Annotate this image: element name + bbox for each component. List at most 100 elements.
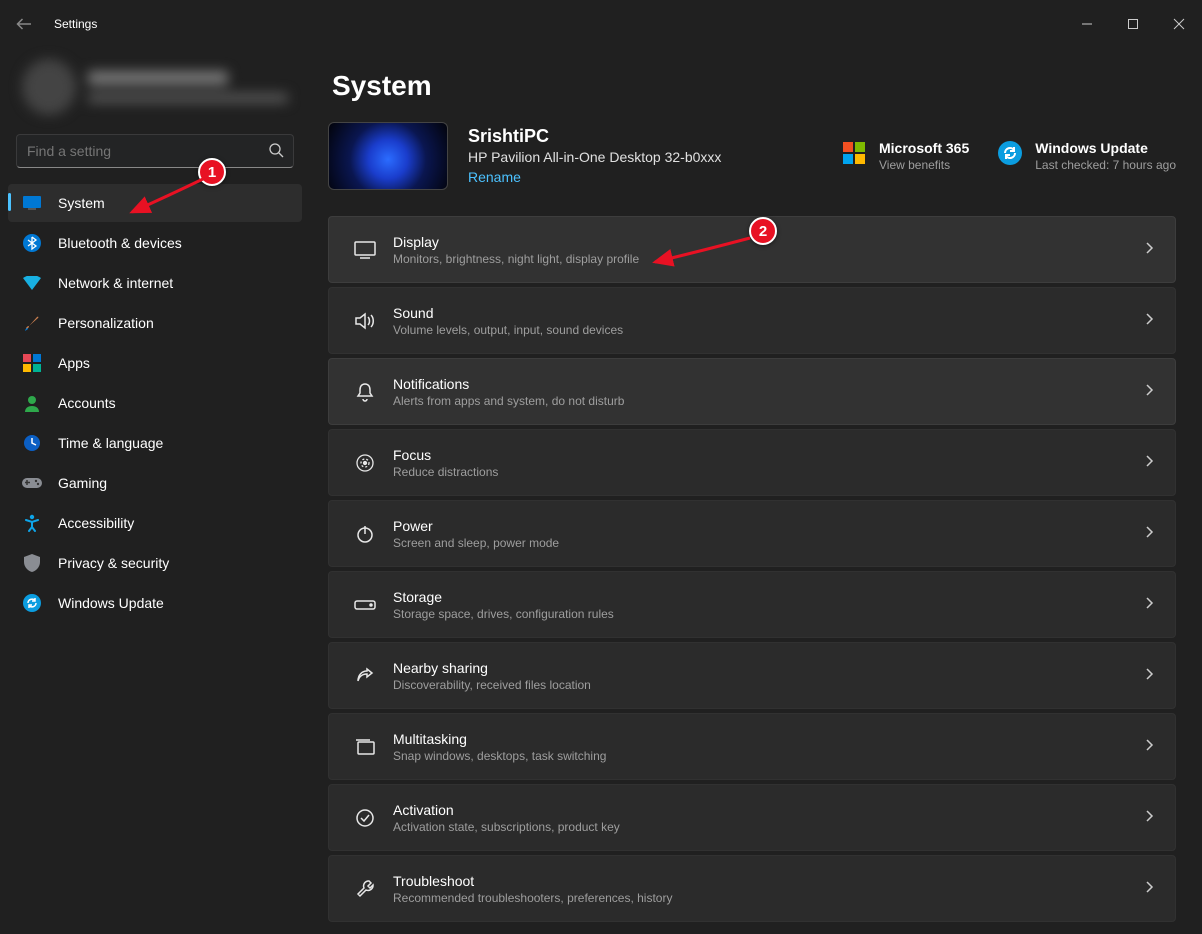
sidebar: System Bluetooth & devices Network & int… [0, 48, 310, 934]
sidebar-item-time-language[interactable]: Time & language [8, 424, 302, 462]
card-sound[interactable]: Sound Volume levels, output, input, sound… [328, 287, 1176, 354]
power-icon [345, 524, 385, 544]
sidebar-item-network[interactable]: Network & internet [8, 264, 302, 302]
card-sub: Activation state, subscriptions, product… [393, 820, 620, 834]
bell-icon [345, 382, 385, 402]
minimize-button[interactable] [1064, 8, 1110, 40]
pill-sub: Last checked: 7 hours ago [1035, 158, 1176, 172]
card-sub: Storage space, drives, configuration rul… [393, 607, 614, 621]
close-button[interactable] [1156, 8, 1202, 40]
sidebar-item-accessibility[interactable]: Accessibility [8, 504, 302, 542]
card-activation[interactable]: Activation Activation state, subscription… [328, 784, 1176, 851]
sidebar-item-label: Accessibility [58, 515, 134, 531]
microsoft-365-pill[interactable]: Microsoft 365 View benefits [841, 140, 969, 172]
pill-sub: View benefits [879, 158, 969, 172]
sidebar-item-label: System [58, 195, 105, 211]
pc-model: HP Pavilion All-in-One Desktop 32-b0xxx [468, 149, 721, 165]
card-title: Troubleshoot [393, 873, 672, 889]
sidebar-item-label: Privacy & security [58, 555, 169, 571]
maximize-button[interactable] [1110, 8, 1156, 40]
rename-link[interactable]: Rename [468, 169, 521, 185]
accessibility-icon [22, 513, 42, 533]
chevron-right-icon [1143, 809, 1155, 827]
chevron-right-icon [1143, 241, 1155, 259]
card-multitasking[interactable]: Multitasking Snap windows, desktops, task… [328, 713, 1176, 780]
card-sub: Screen and sleep, power mode [393, 536, 559, 550]
card-nearby-sharing[interactable]: Nearby sharing Discoverability, received … [328, 642, 1176, 709]
chevron-right-icon [1143, 383, 1155, 401]
update-icon [22, 593, 42, 613]
storage-icon [345, 598, 385, 612]
system-icon [22, 193, 42, 213]
check-circle-icon [345, 808, 385, 828]
sidebar-item-label: Personalization [58, 315, 154, 331]
card-title: Focus [393, 447, 498, 463]
chevron-right-icon [1143, 525, 1155, 543]
paintbrush-icon [22, 313, 42, 333]
card-sub: Monitors, brightness, night light, displ… [393, 252, 639, 266]
card-title: Nearby sharing [393, 660, 591, 676]
card-sub: Snap windows, desktops, task switching [393, 749, 606, 763]
windows-update-pill[interactable]: Windows Update Last checked: 7 hours ago [997, 140, 1176, 172]
update-icon [997, 140, 1023, 166]
chevron-right-icon [1143, 596, 1155, 614]
card-focus[interactable]: Focus Reduce distractions [328, 429, 1176, 496]
display-icon [345, 241, 385, 259]
search-icon [268, 142, 284, 163]
card-sub: Volume levels, output, input, sound devi… [393, 323, 623, 337]
main-content: System SrishtiPC HP Pavilion All-in-One … [310, 48, 1202, 934]
sidebar-item-label: Accounts [58, 395, 116, 411]
window-title: Settings [54, 17, 97, 31]
sound-icon [345, 312, 385, 330]
sidebar-item-label: Network & internet [58, 275, 173, 291]
card-title: Display [393, 234, 639, 250]
card-storage[interactable]: Storage Storage space, drives, configurat… [328, 571, 1176, 638]
card-sub: Alerts from apps and system, do not dist… [393, 394, 624, 408]
sidebar-item-gaming[interactable]: Gaming [8, 464, 302, 502]
user-account-block[interactable] [8, 48, 302, 126]
sidebar-item-windows-update[interactable]: Windows Update [8, 584, 302, 622]
sidebar-item-system[interactable]: System [8, 184, 302, 222]
gaming-icon [22, 473, 42, 493]
sidebar-item-label: Apps [58, 355, 90, 371]
microsoft-365-icon [841, 140, 867, 166]
card-title: Multitasking [393, 731, 606, 747]
chevron-right-icon [1143, 312, 1155, 330]
card-power[interactable]: Power Screen and sleep, power mode [328, 500, 1176, 567]
bluetooth-icon [22, 233, 42, 253]
person-icon [22, 393, 42, 413]
pill-title: Microsoft 365 [879, 140, 969, 156]
wifi-icon [22, 273, 42, 293]
card-sub: Reduce distractions [393, 465, 498, 479]
pc-name: SrishtiPC [468, 126, 721, 147]
card-title: Storage [393, 589, 614, 605]
share-icon [345, 666, 385, 686]
sidebar-item-label: Bluetooth & devices [58, 235, 182, 251]
card-troubleshoot[interactable]: Troubleshoot Recommended troubleshooters,… [328, 855, 1176, 922]
card-sub: Recommended troubleshooters, preferences… [393, 891, 672, 905]
wrench-icon [345, 879, 385, 899]
pc-wallpaper-thumbnail[interactable] [328, 122, 448, 190]
shield-icon [22, 553, 42, 573]
sidebar-item-apps[interactable]: Apps [8, 344, 302, 382]
apps-icon [22, 353, 42, 373]
card-display[interactable]: Display Monitors, brightness, night light… [328, 216, 1176, 283]
card-title: Notifications [393, 376, 624, 392]
card-sub: Discoverability, received files location [393, 678, 591, 692]
sidebar-item-bluetooth[interactable]: Bluetooth & devices [8, 224, 302, 262]
card-title: Sound [393, 305, 623, 321]
pill-title: Windows Update [1035, 140, 1176, 156]
sidebar-item-accounts[interactable]: Accounts [8, 384, 302, 422]
card-title: Activation [393, 802, 620, 818]
card-notifications[interactable]: Notifications Alerts from apps and system… [328, 358, 1176, 425]
chevron-right-icon [1143, 738, 1155, 756]
chevron-right-icon [1143, 880, 1155, 898]
chevron-right-icon [1143, 667, 1155, 685]
back-button[interactable] [12, 12, 36, 36]
multitasking-icon [345, 738, 385, 756]
card-title: Power [393, 518, 559, 534]
search-input[interactable] [16, 134, 294, 168]
clock-icon [22, 433, 42, 453]
sidebar-item-privacy[interactable]: Privacy & security [8, 544, 302, 582]
sidebar-item-personalization[interactable]: Personalization [8, 304, 302, 342]
